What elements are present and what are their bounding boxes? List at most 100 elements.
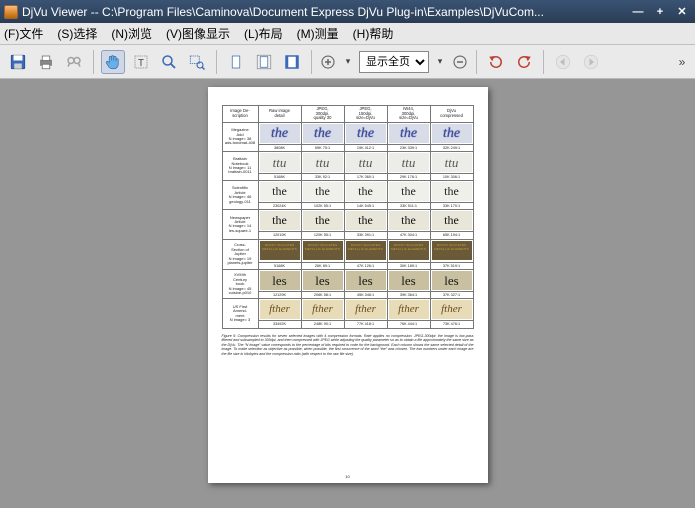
menu-measure[interactable]: (M)测量 bbox=[297, 25, 339, 42]
zoom-in-button[interactable] bbox=[319, 50, 337, 74]
zoom-select-menu-icon[interactable]: ▾ bbox=[433, 52, 447, 72]
continuous-page-button[interactable] bbox=[252, 50, 276, 74]
save-button[interactable] bbox=[6, 50, 30, 74]
sample-cell: the bbox=[301, 122, 344, 144]
sample-cell: the bbox=[387, 181, 430, 203]
table-row: 3808K59K 75:119K 412:123K 339:132K 249:1 bbox=[222, 144, 473, 151]
sample-cell: fther bbox=[387, 299, 430, 321]
value-cell: 14K 545:1 bbox=[344, 203, 387, 210]
app-icon bbox=[4, 5, 18, 19]
row-label: Cross-Section ofJupiterN image= 19planet… bbox=[222, 239, 258, 270]
value-cell: 12019K bbox=[258, 232, 301, 239]
sample-cell: les bbox=[301, 270, 344, 292]
table-row: 5168K26K 89:147K 126:130K 189:137K 519:1 bbox=[222, 263, 473, 270]
value-cell: 33K 92:1 bbox=[301, 174, 344, 181]
menu-file[interactable]: (F)文件 bbox=[4, 25, 43, 42]
value-cell: 73K 476:1 bbox=[430, 321, 473, 328]
sample-cell: the bbox=[344, 181, 387, 203]
row-label: BrattainNotebookN image= 11brattain-0011 bbox=[222, 152, 258, 181]
sample-cell: the bbox=[387, 210, 430, 232]
table-row: NewspaperArticleN image= 14les-square-1t… bbox=[222, 210, 473, 232]
sample-cell: the bbox=[430, 122, 473, 144]
sample-cell: les bbox=[430, 270, 473, 292]
row-label: ScientificArticleN image= 46geology-011 bbox=[222, 181, 258, 210]
value-cell: 29K 176:1 bbox=[387, 174, 430, 181]
table-row: US FirstAmend-mentN image= 3ftherftherft… bbox=[222, 299, 473, 321]
sample-cell: fther bbox=[301, 299, 344, 321]
page-number: 10 bbox=[208, 474, 488, 479]
table-header: DjVucompressed bbox=[430, 106, 473, 123]
sample-cell: ttu bbox=[430, 152, 473, 174]
value-cell: 19K 412:1 bbox=[344, 144, 387, 151]
sample-cell: the bbox=[301, 210, 344, 232]
value-cell: 65K 194:1 bbox=[430, 232, 473, 239]
value-cell: 59K 75:1 bbox=[301, 144, 344, 151]
value-cell: 102K 55:1 bbox=[301, 203, 344, 210]
minimize-button[interactable]: — bbox=[629, 4, 647, 19]
value-cell: 47K 126:1 bbox=[344, 263, 387, 270]
sample-cell: les bbox=[387, 270, 430, 292]
single-page-button[interactable] bbox=[224, 50, 248, 74]
sample-cell: ROCKY SILICATES METALLIC ELEMENTS bbox=[301, 239, 344, 263]
sample-cell: ttu bbox=[258, 152, 301, 174]
zoom-in-menu-icon[interactable]: ▾ bbox=[341, 52, 355, 72]
rotate-right-button[interactable] bbox=[512, 50, 536, 74]
facing-page-button[interactable] bbox=[280, 50, 304, 74]
document-viewport[interactable]: Image De-scriptionRaw imagedetailJPEG,30… bbox=[0, 79, 695, 508]
menu-browse[interactable]: (N)浏览 bbox=[111, 25, 152, 42]
table-row: BrattainNotebookN image= 11brattain-0011… bbox=[222, 152, 473, 174]
value-cell: 77K 418:1 bbox=[344, 321, 387, 328]
maximize-button[interactable]: + bbox=[651, 4, 669, 19]
value-cell: 5168K bbox=[258, 174, 301, 181]
table-row: 23024K102K 55:114K 545:133K 511:133K 170… bbox=[222, 203, 473, 210]
value-cell: 32K 249:1 bbox=[430, 144, 473, 151]
table-row: 5168K33K 92:117K 360:129K 176:110K 306:1 bbox=[222, 174, 473, 181]
table-row: 33492K248K 90:177K 418:176K 444:173K 476… bbox=[222, 321, 473, 328]
pan-tool-button[interactable] bbox=[101, 50, 125, 74]
menu-select[interactable]: (S)选择 bbox=[57, 25, 97, 42]
marquee-zoom-button[interactable] bbox=[185, 50, 209, 74]
sample-cell: the bbox=[430, 210, 473, 232]
value-cell: 26K 89:1 bbox=[301, 263, 344, 270]
close-button[interactable]: ✕ bbox=[673, 4, 691, 19]
row-label: NewspaperArticleN image= 14les-square-1 bbox=[222, 210, 258, 239]
table-header: JPEG,300dpi,quality 30 bbox=[301, 106, 344, 123]
prev-page-button[interactable] bbox=[551, 50, 575, 74]
sample-cell: the bbox=[344, 122, 387, 144]
zoom-tool-button[interactable] bbox=[157, 50, 181, 74]
table-header: JPEG,150dpi,size=DjVu bbox=[344, 106, 387, 123]
value-cell: 30K 189:1 bbox=[387, 263, 430, 270]
find-button[interactable] bbox=[62, 50, 86, 74]
toolbar-overflow-icon[interactable]: » bbox=[675, 52, 689, 72]
table-header: Raw imagedetail bbox=[258, 106, 301, 123]
value-cell: 120K 55:1 bbox=[301, 232, 344, 239]
row-label: MegazineAddN image= 38ads-fondmat-408 bbox=[222, 122, 258, 151]
rotate-left-button[interactable] bbox=[484, 50, 508, 74]
value-cell: 23K 339:1 bbox=[387, 144, 430, 151]
value-cell: 23024K bbox=[258, 203, 301, 210]
menu-view[interactable]: (V)图像显示 bbox=[166, 25, 230, 42]
row-label: XVIIIthCenturybookN image= 45cuisine-p01… bbox=[222, 270, 258, 299]
text-select-button[interactable]: T bbox=[129, 50, 153, 74]
zoom-out-button[interactable] bbox=[451, 50, 469, 74]
next-page-button[interactable] bbox=[579, 50, 603, 74]
value-cell: 17K 360:1 bbox=[344, 174, 387, 181]
table-row: 12019K120K 55:133K 391:147K 304:165K 194… bbox=[222, 232, 473, 239]
sample-cell: the bbox=[258, 181, 301, 203]
sample-cell: the bbox=[258, 210, 301, 232]
zoom-select[interactable]: 显示全页 bbox=[359, 51, 429, 73]
menu-help[interactable]: (H)帮助 bbox=[353, 25, 394, 42]
table-row: MegazineAddN image= 38ads-fondmat-408the… bbox=[222, 122, 473, 144]
print-button[interactable] bbox=[34, 50, 58, 74]
value-cell: 39K 364:1 bbox=[387, 292, 430, 299]
window-title: DjVu Viewer -- C:\Program Files\Caminova… bbox=[22, 5, 625, 19]
value-cell: 3808K bbox=[258, 144, 301, 151]
value-cell: 33K 170:1 bbox=[430, 203, 473, 210]
sample-cell: the bbox=[430, 181, 473, 203]
menu-layout[interactable]: (L)布局 bbox=[244, 25, 283, 42]
value-cell: 248K 90:1 bbox=[301, 321, 344, 328]
value-cell: 37K 519:1 bbox=[430, 263, 473, 270]
table-row: 12129K206K 58:145K 346:139K 364:137K 327… bbox=[222, 292, 473, 299]
sample-cell: ROCKY SILICATES METALLIC ELEMENTS bbox=[430, 239, 473, 263]
sample-cell: fther bbox=[344, 299, 387, 321]
